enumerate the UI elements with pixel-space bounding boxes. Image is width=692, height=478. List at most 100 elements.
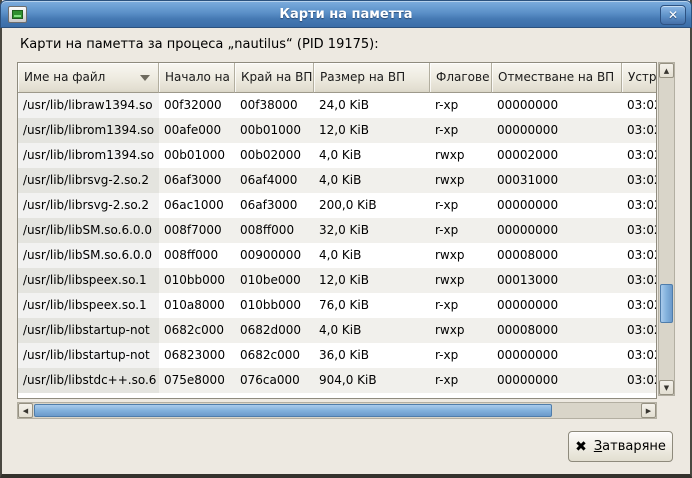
cell-vm-offset: 00002000 [492, 143, 622, 168]
cell-vm-offset: 00008000 [492, 243, 622, 268]
cell-vm-start: 0682c000 [159, 318, 235, 343]
column-header-label: Флагове [436, 70, 489, 84]
cell-vm-start: 00f32000 [159, 93, 235, 118]
column-header-vm-size[interactable]: Размер на ВП [314, 63, 430, 93]
table-row[interactable]: /usr/lib/libSM.so.6.0.0008f7000008ff0003… [18, 218, 656, 243]
titlebar: Карти на паметта ✕ [0, 0, 692, 28]
cell-vm-offset: 00000000 [492, 293, 622, 318]
memory-maps-table: Име на файл Начало на ВП Край на ВПРазмер … [17, 62, 657, 399]
cell-vm-offset: 00000000 [492, 193, 622, 218]
cell-vm-size: 4,0 KiB [314, 168, 430, 193]
scroll-down-button[interactable]: ▼ [659, 380, 674, 395]
table-row[interactable]: /usr/lib/librom1394.so00b0100000b020004,… [18, 143, 656, 168]
cell-device: 03:02 [622, 193, 656, 218]
cell-device: 03:02 [622, 243, 656, 268]
vertical-scrollbar[interactable]: ▲ ▼ [658, 62, 675, 396]
column-header-label: Отместване на ВП [498, 70, 614, 84]
cell-flags: r-xp [430, 118, 492, 143]
close-dialog-button[interactable]: ✖ Затваряне [568, 431, 673, 462]
cell-vm-size: 4,0 KiB [314, 318, 430, 343]
cell-flags: rwxp [430, 168, 492, 193]
table-row[interactable]: /usr/lib/librsvg-2.so.206ac100006af30002… [18, 193, 656, 218]
cell-filename: /usr/lib/librsvg-2.so.2 [18, 193, 159, 218]
scroll-up-button[interactable]: ▲ [659, 63, 674, 78]
table-row[interactable]: /usr/lib/librsvg-2.so.206af300006af40004… [18, 168, 656, 193]
cell-vm-start: 008ff000 [159, 243, 235, 268]
cell-filename: /usr/lib/libSM.so.6.0.0 [18, 218, 159, 243]
cell-filename: /usr/lib/libSM.so.6.0.0 [18, 243, 159, 268]
horizontal-scrollbar[interactable]: ◀ ▶ [17, 402, 657, 419]
cell-vm-offset: 00008000 [492, 318, 622, 343]
cell-vm-size: 904,0 KiB [314, 368, 430, 393]
cell-vm-offset: 00000000 [492, 368, 622, 393]
cell-device: 03:02 [622, 218, 656, 243]
cell-filename: /usr/lib/libspeex.so.1 [18, 293, 159, 318]
cell-vm-offset: 00000000 [492, 93, 622, 118]
cell-vm-size: 200,0 KiB [314, 193, 430, 218]
table-row[interactable]: /usr/lib/libstartup-not068230000682c0003… [18, 343, 656, 368]
memory-maps-dialog: Карти на паметта ✕ Карти на паметта за п… [0, 0, 692, 478]
cell-filename: /usr/lib/libspeex.so.1 [18, 268, 159, 293]
cell-vm-start: 010bb000 [159, 268, 235, 293]
table-row[interactable]: /usr/lib/libSM.so.6.0.0008ff000009000004… [18, 243, 656, 268]
column-header-device[interactable]: Устройство [622, 63, 656, 93]
cell-flags: rwxp [430, 318, 492, 343]
window-close-button[interactable]: ✕ [660, 5, 686, 25]
table-row[interactable]: /usr/lib/libspeex.so.1010a8000010bb00076… [18, 293, 656, 318]
cell-filename: /usr/lib/librsvg-2.so.2 [18, 168, 159, 193]
cell-device: 03:02 [622, 318, 656, 343]
scroll-right-button[interactable]: ▶ [641, 403, 656, 418]
cell-vm-size: 4,0 KiB [314, 143, 430, 168]
cell-filename: /usr/lib/librom1394.so [18, 118, 159, 143]
cell-vm-start: 075e8000 [159, 368, 235, 393]
cell-vm-end: 0682c000 [235, 343, 314, 368]
cell-filename: /usr/lib/librom1394.so [18, 143, 159, 168]
table-row[interactable]: /usr/lib/librom1394.so00afe00000b0100012… [18, 118, 656, 143]
table-header-row: Име на файл Начало на ВП Край на ВПРазмер … [18, 63, 656, 93]
process-maps-label: Карти на паметта за процеса „nautilus“ (… [20, 37, 379, 52]
cell-vm-start: 00b01000 [159, 143, 235, 168]
cell-filename: /usr/lib/libstartup-not [18, 343, 159, 368]
table-row[interactable]: /usr/lib/libstdc++.so.6075e8000076ca0009… [18, 368, 656, 393]
table-body: /usr/lib/libraw1394.so00f3200000f3800024… [18, 93, 656, 393]
scroll-left-button[interactable]: ◀ [18, 403, 33, 418]
cell-vm-size: 76,0 KiB [314, 293, 430, 318]
column-header-vm-start[interactable]: Начало на ВП [159, 63, 235, 93]
column-header-vm-offset[interactable]: Отместване на ВП [492, 63, 622, 93]
cell-vm-end: 00900000 [235, 243, 314, 268]
cell-vm-start: 06823000 [159, 343, 235, 368]
vertical-scrollbar-thumb[interactable] [660, 284, 673, 323]
column-header-label: Начало на ВП [165, 70, 235, 84]
column-header-flags[interactable]: Флагове [430, 63, 492, 93]
cell-device: 03:02 [622, 168, 656, 193]
column-header-label: Край на ВП [241, 70, 312, 84]
cell-vm-end: 010be000 [235, 268, 314, 293]
close-x-icon: ✖ [575, 440, 587, 454]
cell-flags: r-xp [430, 293, 492, 318]
cell-device: 03:02 [622, 268, 656, 293]
cell-vm-end: 00f38000 [235, 93, 314, 118]
table-row[interactable]: /usr/lib/libspeex.so.1010bb000010be00012… [18, 268, 656, 293]
horizontal-scrollbar-thumb[interactable] [34, 404, 552, 417]
table-row[interactable]: /usr/lib/libstartup-not0682c0000682d0004… [18, 318, 656, 343]
window-title: Карти на паметта [1, 1, 691, 29]
cell-vm-end: 0682d000 [235, 318, 314, 343]
cell-device: 03:02 [622, 118, 656, 143]
cell-vm-start: 06ac1000 [159, 193, 235, 218]
cell-vm-end: 076ca000 [235, 368, 314, 393]
cell-vm-end: 010bb000 [235, 293, 314, 318]
cell-flags: r-xp [430, 193, 492, 218]
cell-device: 03:02 [622, 293, 656, 318]
cell-device: 03:02 [622, 93, 656, 118]
column-header-filename[interactable]: Име на файл [18, 63, 159, 93]
column-header-label: Устройство [628, 70, 656, 84]
cell-flags: r-xp [430, 218, 492, 243]
cell-vm-offset: 00000000 [492, 218, 622, 243]
table-row[interactable]: /usr/lib/libraw1394.so00f3200000f3800024… [18, 93, 656, 118]
cell-vm-offset: 00000000 [492, 118, 622, 143]
column-header-vm-end[interactable]: Край на ВП [235, 63, 314, 93]
cell-device: 03:02 [622, 368, 656, 393]
cell-filename: /usr/lib/libstartup-not [18, 318, 159, 343]
cell-vm-size: 12,0 KiB [314, 118, 430, 143]
cell-filename: /usr/lib/libstdc++.so.6 [18, 368, 159, 393]
